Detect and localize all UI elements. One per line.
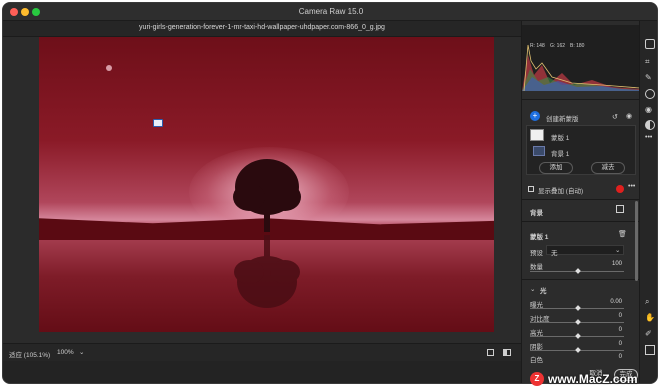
mask-panel-title: 蒙版 1 — [530, 234, 549, 241]
add-button-label: 添加 — [549, 164, 563, 171]
mask-thumbnail[interactable] — [530, 129, 544, 141]
delete-mask-icon[interactable]: 🗑 — [618, 230, 627, 238]
bottom-bar: 适应 (105.1%) 100% ⌄ — [3, 343, 521, 361]
subtract-button-label: 减去 — [601, 164, 615, 171]
tree-silhouette — [233, 159, 301, 308]
edit-sliders-icon[interactable] — [645, 39, 655, 49]
undo-mask-icon[interactable]: ↺ — [612, 113, 618, 121]
overlay-checkbox[interactable] — [528, 186, 534, 192]
histogram: R: 148 G: 162 B: 180 — [522, 25, 640, 91]
slider-value-whites[interactable]: 0 — [604, 354, 622, 360]
slider-value-exposure[interactable]: 0.00 — [604, 299, 622, 305]
preset-select[interactable]: 无 ⌄ — [546, 245, 624, 257]
moon — [106, 65, 112, 71]
component-thumbnail[interactable] — [533, 146, 545, 156]
before-after-icon[interactable] — [503, 349, 511, 356]
zoom-fit-label[interactable]: 适应 (105.1%) — [9, 349, 50, 359]
more-tools-icon[interactable]: ••• — [645, 134, 655, 144]
amount-label: 数量 — [530, 264, 543, 271]
amount-value[interactable]: 100 — [606, 261, 622, 267]
highlights-slider-knob[interactable] — [575, 333, 581, 339]
add-button[interactable]: 添加 — [539, 162, 573, 174]
light-section-chevron-icon[interactable]: ⌄ — [530, 285, 535, 293]
file-name: yuri-girls-generation-forever-1-mr-taxi-… — [139, 24, 385, 31]
create-mask-label: 创建新蒙版 — [546, 116, 579, 123]
masking-icon[interactable] — [645, 89, 655, 99]
image-canvas[interactable] — [3, 37, 521, 343]
watermark: Z www.MacZ.com — [530, 371, 638, 386]
invert-icon[interactable] — [616, 205, 624, 213]
watermark-logo-icon: Z — [530, 371, 544, 386]
background-label: 背景 — [530, 210, 543, 217]
watermark-text: www.MacZ.com — [548, 371, 638, 386]
preset-label: 预设 — [530, 250, 543, 257]
light-section-label[interactable]: 光 — [540, 285, 547, 295]
create-mask-button[interactable]: + — [530, 111, 540, 121]
amount-slider-knob[interactable] — [575, 268, 581, 274]
mask-list: 蒙版 1 背景 1 添加 减去 — [526, 125, 636, 175]
title-bar: Camera Raw 15.0 — [3, 3, 657, 21]
app-title: Camera Raw 15.0 — [298, 7, 364, 16]
overlay-label: 显示叠加 (自动) — [538, 188, 584, 195]
crop-icon[interactable]: ⌗ — [645, 57, 655, 67]
view-mode-icon[interactable] — [487, 349, 494, 356]
zoom-tool-icon[interactable]: ⌕ — [645, 297, 655, 307]
hand-tool-icon[interactable]: ✋ — [645, 313, 655, 323]
subtract-button[interactable]: 减去 — [591, 162, 625, 174]
histogram-graph — [522, 44, 640, 91]
zoom-chevron-down-icon[interactable]: ⌄ — [79, 348, 84, 356]
overlay-color-swatch[interactable] — [616, 185, 624, 193]
color-sampler-icon[interactable]: ✐ — [645, 329, 655, 339]
exposure-slider-knob[interactable] — [575, 305, 581, 311]
preset-chevron-down-icon: ⌄ — [615, 247, 621, 254]
panel-scrollbar[interactable] — [635, 201, 638, 281]
heal-brush-icon[interactable]: ✎ — [645, 73, 655, 83]
slider-value-contrast[interactable]: 0 — [604, 313, 622, 319]
preset-value: 无 — [551, 250, 558, 257]
preview-photo — [39, 37, 494, 332]
mask-pin-icon[interactable] — [153, 119, 163, 127]
slider-value-shadows[interactable]: 0 — [604, 341, 622, 347]
visibility-eye-icon[interactable]: ◉ — [626, 112, 632, 120]
camera-raw-window: Camera Raw 15.0 yuri-girls-generation-fo… — [2, 2, 658, 384]
more-options-icon[interactable]: ••• — [628, 183, 635, 190]
zoom-select[interactable]: 100% — [57, 349, 74, 356]
presets-icon[interactable] — [645, 120, 655, 130]
component-name[interactable]: 背景 1 — [551, 148, 569, 158]
red-eye-icon[interactable]: ◉ — [645, 105, 655, 115]
shadows-slider-knob[interactable] — [575, 347, 581, 353]
file-bar: yuri-girls-generation-forever-1-mr-taxi-… — [3, 21, 521, 37]
contrast-slider-knob[interactable] — [575, 319, 581, 325]
mask-name[interactable]: 蒙版 1 — [551, 132, 569, 142]
grid-overlay-icon[interactable] — [645, 345, 655, 355]
right-panel: R: 148 G: 162 B: 180 + 创建新蒙版 ↺ ◉ 蒙版 1 背景… — [521, 21, 640, 383]
tool-column: ⌗ ✎ ◉ ••• ⌕ ✋ ✐ — [639, 21, 657, 383]
slider-value-highlights[interactable]: 0 — [604, 327, 622, 333]
slider-label-whites: 白色 — [530, 357, 543, 364]
